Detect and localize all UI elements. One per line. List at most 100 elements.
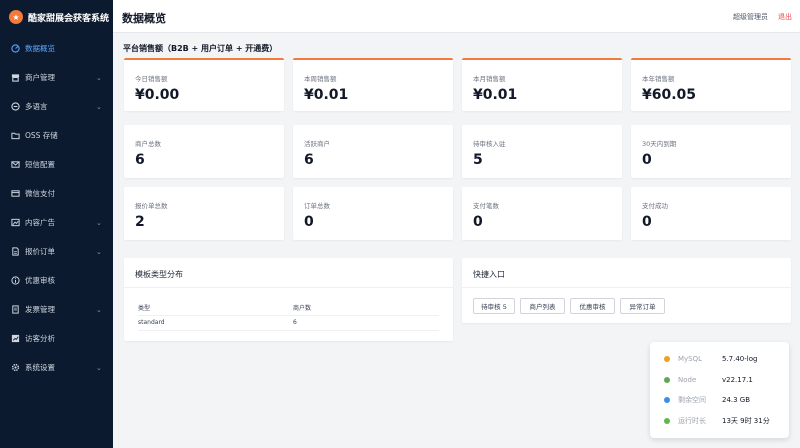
merchant-list-button[interactable]: 商户列表 bbox=[520, 298, 565, 314]
card-label: 本年销售额 bbox=[642, 75, 675, 83]
sidebar-item-label: 优惠审核 bbox=[25, 276, 55, 285]
panel-title: 模板类型分布 bbox=[135, 270, 183, 279]
sales-card-today: 今日销售额 ¥0.00 bbox=[124, 58, 284, 111]
card-label: 待审核入驻 bbox=[473, 140, 506, 148]
chevron-down-icon: ⌄ bbox=[96, 247, 102, 256]
status-dot bbox=[664, 377, 670, 383]
wallet-icon bbox=[11, 189, 20, 198]
sidebar-item-sms[interactable]: 短信配置 bbox=[0, 150, 113, 179]
discount-review-button[interactable]: 优惠审核 bbox=[570, 298, 615, 314]
status-row-mysql: MySQL 5.7.40-log bbox=[664, 354, 784, 364]
status-label: 剩余空间 bbox=[678, 396, 706, 404]
server-status-panel: MySQL 5.7.40-log Node v22.17.1 剩余空间 24.3… bbox=[650, 342, 789, 438]
sidebar-item-wechat-pay[interactable]: 微信支付 bbox=[0, 179, 113, 208]
user-name[interactable]: 超级管理员 bbox=[733, 12, 768, 22]
sidebar-item-label: 商户管理 bbox=[25, 73, 55, 82]
card-label: 本月销售额 bbox=[473, 75, 506, 83]
status-row-node: Node v22.17.1 bbox=[664, 375, 784, 385]
template-table: 类型 商户数 standard 6 bbox=[138, 300, 439, 331]
card-value: ¥0.01 bbox=[304, 87, 349, 103]
card-label: 支付成功 bbox=[642, 202, 668, 210]
stat-card-payment-success: 支付成功 0 bbox=[631, 187, 791, 240]
chevron-down-icon: ⌄ bbox=[96, 363, 102, 372]
chevron-down-icon: ⌄ bbox=[96, 305, 102, 314]
gear-icon bbox=[11, 363, 20, 372]
sidebar-item-label: 微信支付 bbox=[25, 189, 55, 198]
store-icon bbox=[11, 73, 20, 82]
status-dot bbox=[664, 397, 670, 403]
sidebar-item-invoices[interactable]: 发票管理 ⌄ bbox=[0, 295, 113, 324]
stat-card-expiring: 30天内到期 0 bbox=[631, 125, 791, 178]
sidebar-item-oss[interactable]: OSS 存储 bbox=[0, 121, 113, 150]
sidebar-item-dashboard[interactable]: 数据概览 bbox=[0, 34, 113, 63]
sales-card-year: 本年销售额 ¥60.05 bbox=[631, 58, 791, 111]
status-value: 13天 9时 31分 bbox=[722, 417, 770, 425]
card-label: 30天内到期 bbox=[642, 140, 677, 148]
sidebar-item-label: 多语言 bbox=[25, 102, 48, 111]
card-value: 5 bbox=[473, 152, 483, 168]
sales-section-title: 平台销售额（B2B + 用户订单 + 开通费） bbox=[123, 44, 278, 53]
status-value: 5.7.40-log bbox=[722, 355, 758, 363]
card-value: 0 bbox=[642, 214, 652, 230]
abnormal-orders-button[interactable]: 异常订单 bbox=[620, 298, 665, 314]
language-icon bbox=[11, 102, 20, 111]
sidebar-item-visitor-analytics[interactable]: 访客分析 bbox=[0, 324, 113, 353]
table-header-row: 类型 商户数 bbox=[138, 300, 439, 316]
status-label: MySQL bbox=[678, 355, 703, 363]
card-value: 0 bbox=[304, 214, 314, 230]
sidebar-item-label: 发票管理 bbox=[25, 305, 55, 314]
chevron-down-icon: ⌄ bbox=[96, 73, 102, 82]
card-label: 今日销售额 bbox=[135, 75, 168, 83]
status-row-uptime: 运行时长 13天 9时 31分 bbox=[664, 416, 784, 426]
status-value: v22.17.1 bbox=[722, 376, 753, 384]
brand[interactable]: ★ 酷家甜展会获客系统 bbox=[0, 0, 113, 34]
sidebar-item-merchants[interactable]: 商户管理 ⌄ bbox=[0, 63, 113, 92]
card-label: 商户总数 bbox=[135, 140, 161, 148]
status-label: 运行时长 bbox=[678, 417, 706, 425]
panel-divider bbox=[462, 287, 791, 288]
top-header: 数据概览 超级管理员 退出 bbox=[113, 0, 800, 33]
card-label: 本周销售额 bbox=[304, 75, 337, 83]
stat-card-orders-total: 订单总数 0 bbox=[293, 187, 453, 240]
card-label: 报价单总数 bbox=[135, 202, 168, 210]
status-dot bbox=[664, 418, 670, 424]
card-label: 订单总数 bbox=[304, 202, 330, 210]
pending-review-button[interactable]: 待审核 5 bbox=[473, 298, 515, 314]
status-row-disk: 剩余空间 24.3 GB bbox=[664, 395, 784, 405]
stat-card-pending-review: 待审核入驻 5 bbox=[462, 125, 622, 178]
folder-icon bbox=[11, 131, 20, 140]
chart-icon bbox=[11, 334, 20, 343]
logout-link[interactable]: 退出 bbox=[778, 12, 792, 22]
sidebar-item-label: 数据概览 bbox=[25, 44, 55, 53]
sidebar-item-discount-review[interactable]: 优惠审核 bbox=[0, 266, 113, 295]
sidebar-item-languages[interactable]: 多语言 ⌄ bbox=[0, 92, 113, 121]
sidebar-item-label: 报价订单 bbox=[25, 247, 55, 256]
chevron-down-icon: ⌄ bbox=[96, 218, 102, 227]
sales-card-week: 本周销售额 ¥0.01 bbox=[293, 58, 453, 111]
sidebar-item-content-ads[interactable]: 内容广告 ⌄ bbox=[0, 208, 113, 237]
sidebar: ★ 酷家甜展会获客系统 数据概览 商户管理 ⌄ 多语言 ⌄ OSS 存储 短信配… bbox=[0, 0, 113, 448]
sidebar-item-label: 短信配置 bbox=[25, 160, 55, 169]
card-value: 2 bbox=[135, 214, 145, 230]
app-title: 酷家甜展会获客系统 bbox=[28, 13, 110, 24]
cell-type: standard bbox=[138, 315, 293, 331]
panel-divider bbox=[124, 287, 453, 288]
card-value: 6 bbox=[304, 152, 314, 168]
card-value: 0 bbox=[642, 152, 652, 168]
column-header-count: 商户数 bbox=[293, 300, 439, 316]
sidebar-item-system-settings[interactable]: 系统设置 ⌄ bbox=[0, 353, 113, 382]
page-title: 数据概览 bbox=[122, 12, 166, 25]
sales-card-month: 本月销售额 ¥0.01 bbox=[462, 58, 622, 111]
card-value: 6 bbox=[135, 152, 145, 168]
sidebar-item-quote-orders[interactable]: 报价订单 ⌄ bbox=[0, 237, 113, 266]
card-value: ¥0.00 bbox=[135, 87, 180, 103]
document-icon bbox=[11, 247, 20, 256]
card-label: 活跃商户 bbox=[304, 140, 330, 148]
sidebar-item-label: OSS 存储 bbox=[25, 131, 58, 140]
status-dot bbox=[664, 356, 670, 362]
sidebar-item-label: 内容广告 bbox=[25, 218, 55, 227]
sidebar-item-label: 访客分析 bbox=[25, 334, 55, 343]
invoice-icon bbox=[11, 305, 20, 314]
table-row: standard 6 bbox=[138, 315, 439, 331]
sidebar-nav: 数据概览 商户管理 ⌄ 多语言 ⌄ OSS 存储 短信配置 微信支付 内容广告 … bbox=[0, 34, 113, 382]
